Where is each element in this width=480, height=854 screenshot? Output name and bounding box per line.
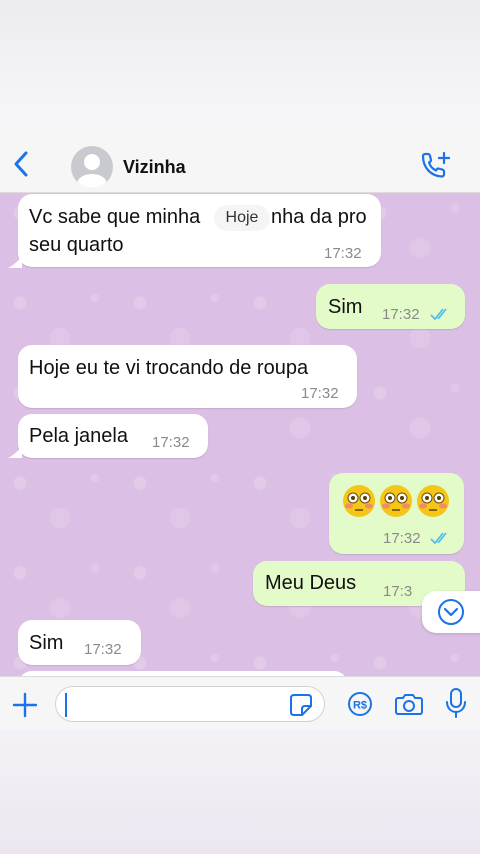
incoming-message[interactable]: Vc sabe que minha nha da pro seu quarto … xyxy=(18,194,381,267)
message-list[interactable]: Vc sabe que minha nha da pro seu quarto … xyxy=(0,193,480,676)
microphone-icon[interactable] xyxy=(444,687,468,719)
contact-name[interactable]: Vizinha xyxy=(123,157,186,178)
svg-text:R$: R$ xyxy=(353,700,367,712)
outgoing-message[interactable]: 😳😳😳 17:32 xyxy=(329,473,464,554)
flushed-face-emoji xyxy=(343,485,449,517)
chat-header: Vizinha xyxy=(0,124,480,193)
incoming-message[interactable]: Sim 17:32 xyxy=(18,620,141,665)
default-avatar-icon xyxy=(77,154,107,188)
message-time: 17:32 xyxy=(382,306,420,323)
message-text: Vc sabe que minha xyxy=(29,206,201,228)
chevron-down-circle-icon xyxy=(438,599,464,625)
message-time: 17:32 xyxy=(324,245,362,262)
message-time: 17:32 xyxy=(84,641,122,658)
message-text: Sim xyxy=(29,632,64,654)
message-time: 17:32 xyxy=(301,385,339,402)
message-time: 17:3 xyxy=(383,583,413,600)
read-ticks-icon xyxy=(430,308,447,321)
message-text: Hoje eu te vi trocando de roupa xyxy=(29,357,309,379)
date-separator: Hoje xyxy=(214,205,270,231)
incoming-message[interactable]: Hoje eu te vi trocando de roupa 17:32 xyxy=(18,345,357,408)
message-text: Pela janela xyxy=(29,425,128,447)
incoming-message[interactable]: Pela janela 17:32 xyxy=(18,414,208,458)
avatar[interactable] xyxy=(71,146,113,188)
scroll-to-bottom-button[interactable] xyxy=(422,591,480,633)
message-time: 17:32 xyxy=(152,434,190,451)
chevron-left-icon[interactable] xyxy=(10,150,34,178)
sticker-icon[interactable] xyxy=(288,692,314,718)
message-text: Sim xyxy=(328,296,363,318)
message-text-continued: nha da pro xyxy=(271,206,367,228)
pix-payment-icon[interactable]: R$ xyxy=(347,691,373,717)
message-input[interactable] xyxy=(66,691,280,719)
phone-add-icon[interactable] xyxy=(418,150,452,180)
plus-icon[interactable] xyxy=(12,692,38,718)
whatsapp-chat-screen: Vizinha Vc sabe que minha nha da pro seu… xyxy=(0,124,480,730)
message-text: 😳😳😳 xyxy=(329,473,330,474)
message-time: 17:32 xyxy=(383,530,421,547)
message-field[interactable] xyxy=(55,686,325,722)
message-input-bar: R$ xyxy=(0,676,480,730)
message-text-line2: seu quarto xyxy=(29,234,124,256)
camera-icon[interactable] xyxy=(394,691,424,717)
read-ticks-icon xyxy=(430,532,447,545)
bubble-tail xyxy=(8,446,22,458)
outgoing-message[interactable]: Sim 17:32 xyxy=(316,284,465,329)
message-text: Meu Deus xyxy=(265,572,357,594)
bubble-tail xyxy=(8,256,22,268)
